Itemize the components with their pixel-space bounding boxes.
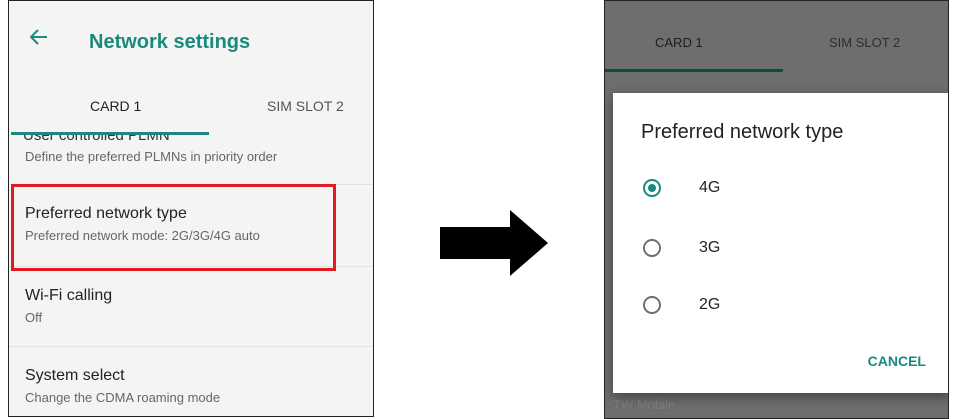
user-controlled-plmn-subtitle: Define the preferred PLMNs in priority o…	[25, 149, 278, 164]
radio-selected-icon[interactable]	[643, 179, 661, 197]
tab-sim-slot-2[interactable]: SIM SLOT 2	[267, 98, 344, 114]
option-label: 2G	[699, 296, 721, 313]
system-select-item[interactable]: System select Change the CDMA roaming mo…	[9, 346, 373, 416]
cancel-button[interactable]: CANCEL	[868, 353, 926, 369]
option-2g[interactable]: 2G	[613, 292, 948, 342]
background-list-text: TW Mobile	[613, 397, 676, 412]
option-label: 4G	[699, 179, 721, 196]
tab-card-1[interactable]: CARD 1	[655, 35, 703, 50]
dialog-title: Preferred network type	[641, 121, 844, 143]
option-3g[interactable]: 3G	[613, 235, 948, 285]
tab-sim-slot-2[interactable]: SIM SLOT 2	[829, 35, 900, 50]
tab-card-1[interactable]: CARD 1	[90, 98, 141, 114]
radio-unselected-icon[interactable]	[643, 239, 661, 257]
item-title: System select	[25, 367, 125, 384]
radio-unselected-icon[interactable]	[643, 296, 661, 314]
item-title: Wi-Fi calling	[25, 287, 113, 304]
highlight-box	[11, 184, 336, 271]
right-arrow-icon	[440, 210, 548, 276]
tab-bar: CARD 1 SIM SLOT 2	[9, 88, 373, 132]
right-phone-screenshot: CARD 1 SIM SLOT 2 TW Mobile Preferred ne…	[604, 0, 949, 419]
tab-indicator	[11, 132, 209, 135]
wifi-calling-item[interactable]: Wi-Fi calling Off	[9, 266, 373, 347]
option-label: 3G	[699, 239, 721, 256]
app-bar: Network settings	[9, 1, 373, 77]
item-subtitle: Change the CDMA roaming mode	[25, 390, 221, 405]
preferred-network-type-dialog: Preferred network type 4G 3G 2G CANCEL	[613, 93, 948, 393]
back-arrow-icon[interactable]	[27, 25, 51, 49]
item-subtitle: Off	[25, 310, 43, 325]
option-4g[interactable]: 4G	[613, 175, 948, 225]
page-title: Network settings	[89, 31, 251, 53]
tab-indicator	[605, 69, 783, 72]
